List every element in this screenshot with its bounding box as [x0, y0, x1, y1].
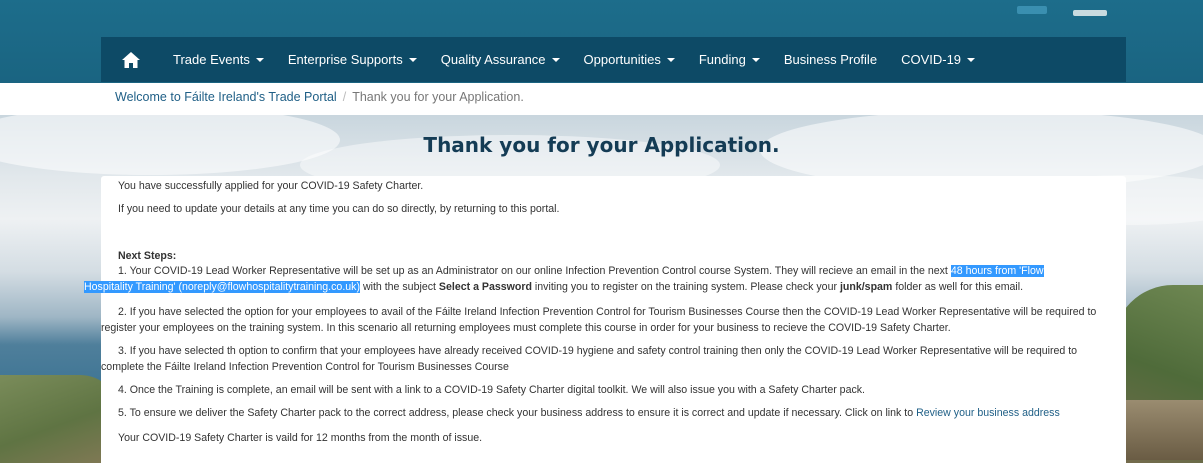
nav-item-label: Quality Assurance	[440, 52, 546, 67]
caret-down-icon	[666, 57, 675, 62]
validity-text: Your COVID-19 Safety Charter is vaild fo…	[118, 432, 483, 444]
caret-down-icon	[255, 57, 264, 62]
nav-item-label: Enterprise Supports	[287, 52, 403, 67]
highlighted-text: 48 hours from 'Flow	[950, 265, 1044, 277]
review-business-address-link[interactable]: Review your business address	[916, 407, 1060, 419]
breadcrumb: Welcome to Fáilte Ireland's Trade Portal…	[115, 90, 524, 104]
nav-covid-19[interactable]: COVID-19	[889, 37, 987, 82]
step-5: 5. To ensure we deliver the Safety Chart…	[118, 406, 1116, 422]
caret-down-icon	[408, 57, 417, 62]
step-1-text: inviting you to register on the training…	[534, 280, 837, 293]
nav-item-label: Business Profile	[783, 52, 878, 67]
nav-home-button[interactable]	[101, 37, 161, 82]
main-navbar: Trade Events Enterprise Supports Quality…	[101, 37, 1126, 82]
nav-opportunities[interactable]: Opportunities	[572, 37, 687, 82]
nav-item-label: Trade Events	[173, 52, 250, 67]
header-utility-button[interactable]	[1073, 10, 1107, 16]
page-title: Thank you for your Application.	[423, 133, 780, 157]
step-1-text: with the subject	[362, 280, 436, 293]
cliff-right-rocks	[1123, 400, 1203, 460]
intro-text: You have successfully applied for your C…	[118, 180, 424, 192]
breadcrumb-home-link[interactable]: Welcome to Fáilte Ireland's Trade Portal	[115, 90, 337, 104]
next-steps-heading: Next Steps:	[118, 249, 1116, 265]
caret-down-icon	[967, 57, 976, 62]
step-3: 3. If you have selected th option to con…	[101, 345, 1078, 373]
step-1-text: folder as well for this email.	[895, 280, 1024, 293]
step-1-bold: junk/spam	[839, 280, 893, 293]
step-1: 1. Your COVID-19 Lead Worker Representat…	[84, 264, 1118, 295]
caret-down-icon	[751, 57, 760, 62]
nav-item-label: COVID-19	[901, 52, 962, 67]
home-icon	[122, 51, 140, 68]
content-card: You have successfully applied for your C…	[84, 176, 1126, 476]
caret-down-icon	[551, 57, 560, 62]
nav-funding[interactable]: Funding	[687, 37, 772, 82]
step-1-bold: Select a Password	[438, 280, 532, 293]
step-2: 2. If you have selected the option for y…	[101, 306, 1097, 334]
nav-enterprise-supports[interactable]: Enterprise Supports	[276, 37, 429, 82]
breadcrumb-separator: /	[342, 90, 347, 104]
next-steps-heading-text: Next Steps:	[118, 250, 177, 262]
step-4: 4. Once the Training is complete, an ema…	[118, 384, 865, 396]
intro-text: If you need to update your details at an…	[118, 203, 560, 215]
nav-trade-events[interactable]: Trade Events	[161, 37, 276, 82]
highlighted-text: Hospitality Training' (noreply@flowhospi…	[84, 280, 360, 293]
nav-item-label: Funding	[698, 52, 746, 67]
header-utility-button[interactable]	[1017, 6, 1047, 14]
step-1-text: 1. Your COVID-19 Lead Worker Representat…	[118, 265, 948, 277]
nav-business-profile[interactable]: Business Profile	[772, 37, 889, 82]
breadcrumb-current: Thank you for your Application.	[352, 90, 524, 104]
step-5-text: 5. To ensure we deliver the Safety Chart…	[118, 407, 914, 419]
nav-item-label: Opportunities	[583, 52, 661, 67]
nav-quality-assurance[interactable]: Quality Assurance	[429, 37, 572, 82]
